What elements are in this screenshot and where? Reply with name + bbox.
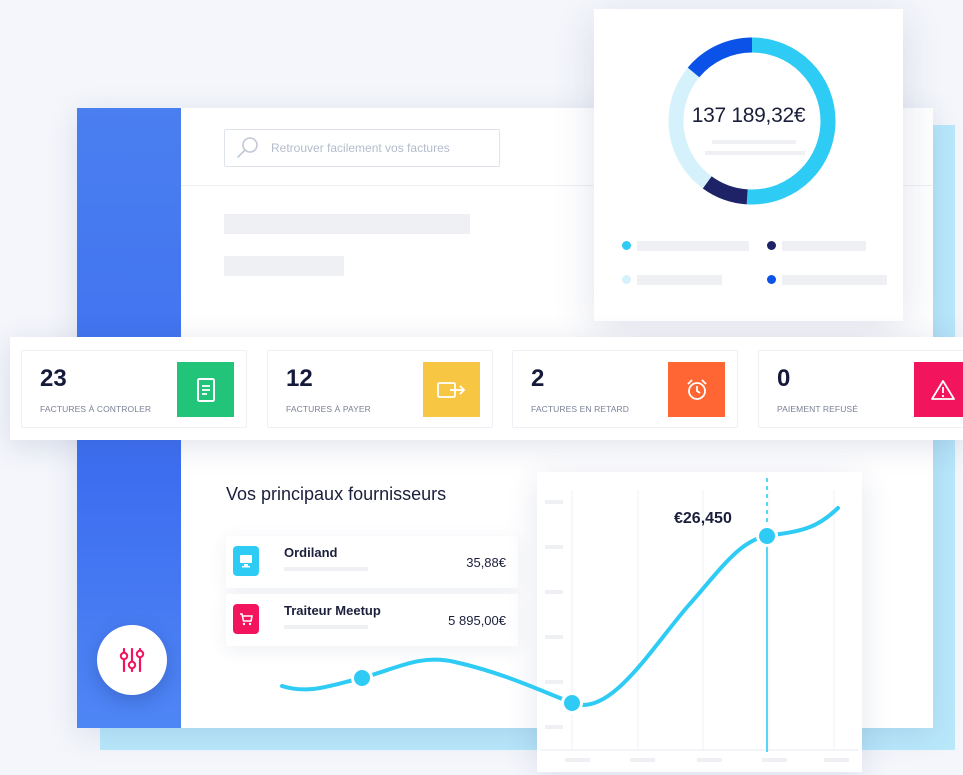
chart-peak-label: €26,450	[674, 510, 732, 527]
filter-settings-button[interactable]	[97, 625, 167, 695]
sliders-icon	[119, 647, 145, 673]
